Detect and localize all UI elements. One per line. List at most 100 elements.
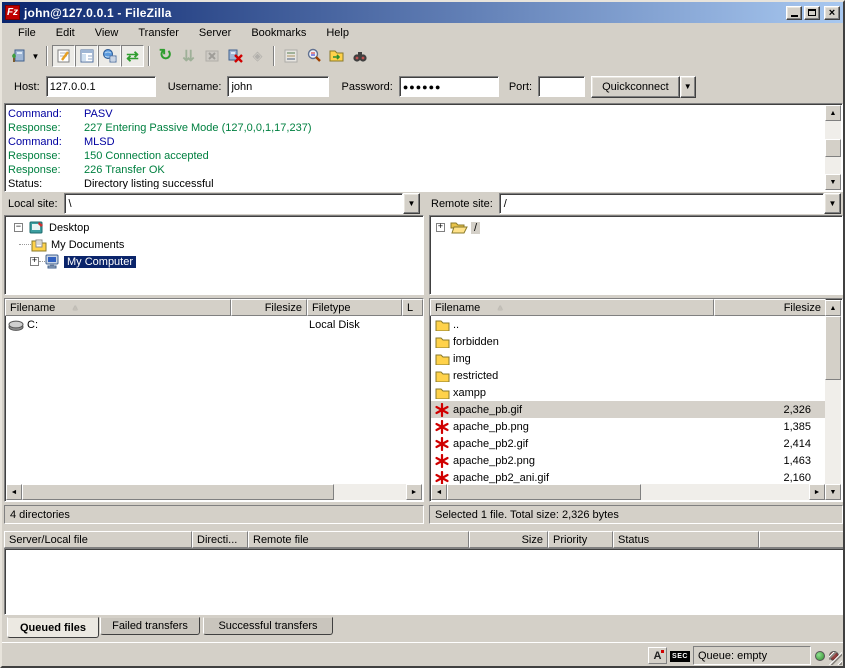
synchronized-browsing-button[interactable] bbox=[325, 45, 348, 67]
column-header-filename[interactable]: Filename▲ bbox=[5, 299, 231, 316]
menu-edit[interactable]: Edit bbox=[46, 25, 85, 41]
expand-icon[interactable]: + bbox=[436, 223, 445, 232]
column-header-remote-file[interactable]: Remote file bbox=[248, 531, 469, 548]
menu-file[interactable]: File bbox=[8, 25, 46, 41]
disconnect-button[interactable] bbox=[223, 45, 246, 67]
file-size: 2,160 bbox=[783, 472, 811, 484]
scrollbar-thumb[interactable] bbox=[825, 316, 841, 380]
site-manager-button[interactable] bbox=[6, 45, 29, 67]
password-input[interactable] bbox=[399, 76, 499, 97]
tab-successful-transfers[interactable]: Successful transfers bbox=[203, 617, 333, 635]
local-site-combo[interactable]: \ ▼ bbox=[64, 193, 420, 214]
scrollbar-thumb[interactable] bbox=[22, 484, 334, 500]
remote-file-row[interactable]: apache_pb.png 1,385 bbox=[431, 418, 825, 435]
recv-activity-led bbox=[815, 651, 825, 661]
column-header-priority[interactable]: Priority bbox=[548, 531, 613, 548]
host-input[interactable] bbox=[46, 76, 156, 97]
column-header-filetype[interactable]: Filetype bbox=[307, 299, 402, 316]
column-header-filesize[interactable]: Filesize bbox=[231, 299, 307, 316]
remote-status-text: Selected 1 file. Total size: 2,326 bytes bbox=[435, 509, 619, 521]
scroll-down-icon[interactable]: ▼ bbox=[825, 174, 841, 190]
pane-splitter[interactable] bbox=[424, 193, 429, 523]
queue-status-panel: Queue: empty bbox=[693, 646, 811, 665]
remote-h-scrollbar[interactable]: ◄ ► bbox=[431, 484, 825, 500]
remote-tree: + / bbox=[429, 215, 843, 295]
refresh-button[interactable]: ↻ bbox=[154, 45, 177, 67]
chevron-down-icon: ▼ bbox=[408, 199, 416, 208]
chevron-down-icon: ▼ bbox=[684, 82, 692, 91]
local-h-scrollbar[interactable]: ◄ ► bbox=[6, 484, 422, 500]
process-queue-button[interactable]: ⇊ bbox=[177, 45, 200, 67]
close-button[interactable]: × bbox=[824, 6, 840, 20]
tab-failed-transfers[interactable]: Failed transfers bbox=[100, 617, 200, 635]
local-status-text: 4 directories bbox=[10, 509, 70, 521]
queue-tabs: Queued files Failed transfers Successful… bbox=[4, 617, 845, 640]
menu-help[interactable]: Help bbox=[316, 25, 359, 41]
toggle-message-log-button[interactable] bbox=[52, 45, 75, 67]
scroll-down-icon[interactable]: ▼ bbox=[825, 484, 841, 500]
scroll-up-icon[interactable]: ▲ bbox=[825, 105, 841, 121]
scroll-right-icon[interactable]: ► bbox=[406, 484, 422, 500]
menu-bookmarks[interactable]: Bookmarks bbox=[241, 25, 316, 41]
column-header-filesize[interactable]: Filesize bbox=[714, 299, 826, 316]
scroll-left-icon[interactable]: ◄ bbox=[431, 484, 447, 500]
local-file-row[interactable]: C: Local Disk bbox=[5, 316, 423, 333]
remote-file-row[interactable]: apache_pb2.gif 2,414 bbox=[431, 435, 825, 452]
port-input[interactable] bbox=[538, 76, 585, 97]
quickconnect-button[interactable]: Quickconnect bbox=[591, 76, 680, 98]
remote-site-dropdown-button[interactable]: ▼ bbox=[824, 193, 841, 214]
site-manager-dropdown-button[interactable]: ▼ bbox=[29, 45, 42, 67]
toggle-local-tree-button[interactable] bbox=[75, 45, 98, 67]
resize-grip[interactable] bbox=[829, 652, 842, 665]
remote-file-row[interactable]: apache_pb2.png 1,463 bbox=[431, 452, 825, 469]
remote-file-row-selected[interactable]: apache_pb.gif 2,326 bbox=[431, 401, 825, 418]
file-name: C: bbox=[27, 319, 38, 331]
remote-file-row[interactable]: .. bbox=[431, 316, 825, 333]
port-label: Port: bbox=[509, 81, 532, 93]
remote-file-row[interactable]: apache_pb2_ani.gif 2,160 bbox=[431, 469, 825, 484]
reconnect-button[interactable]: ◈ bbox=[246, 45, 269, 67]
scrollbar-thumb[interactable] bbox=[825, 139, 841, 157]
remote-site-combo[interactable]: / ▼ bbox=[499, 193, 841, 214]
remote-file-row[interactable]: img bbox=[431, 350, 825, 367]
scroll-right-icon[interactable]: ► bbox=[809, 484, 825, 500]
tab-queued-files[interactable]: Queued files bbox=[7, 617, 99, 638]
column-header-server-local-file[interactable]: Server/Local file bbox=[4, 531, 192, 548]
directory-listing-filters-button[interactable] bbox=[279, 45, 302, 67]
column-header-size[interactable]: Size bbox=[469, 531, 548, 548]
remote-v-scrollbar[interactable]: ▲ ▼ bbox=[825, 300, 841, 500]
file-size: 1,463 bbox=[783, 455, 811, 467]
scrollbar-thumb[interactable] bbox=[447, 484, 641, 500]
tree-item-desktop[interactable]: − Desktop bbox=[5, 219, 423, 236]
log-scrollbar[interactable]: ▲ ▼ bbox=[825, 105, 841, 190]
column-header-direction[interactable]: Directi... bbox=[192, 531, 248, 548]
menu-transfer[interactable]: Transfer bbox=[128, 25, 189, 41]
column-header-status[interactable]: Status bbox=[613, 531, 759, 548]
tree-item-root[interactable]: + / bbox=[430, 219, 842, 236]
scroll-left-icon[interactable]: ◄ bbox=[6, 484, 22, 500]
tree-item-my-documents[interactable]: My Documents bbox=[5, 236, 423, 253]
toggle-remote-tree-button[interactable] bbox=[98, 45, 121, 67]
username-input[interactable] bbox=[227, 76, 329, 97]
minimize-button[interactable] bbox=[786, 6, 802, 20]
directory-comparison-button[interactable] bbox=[302, 45, 325, 67]
menu-server[interactable]: Server bbox=[189, 25, 241, 41]
menu-view[interactable]: View bbox=[85, 25, 129, 41]
remote-file-row[interactable]: xampp bbox=[431, 384, 825, 401]
remote-file-row[interactable]: restricted bbox=[431, 367, 825, 384]
column-header-last-modified[interactable]: L bbox=[402, 299, 423, 316]
my-documents-icon bbox=[31, 238, 47, 252]
remote-file-row[interactable]: forbidden bbox=[431, 333, 825, 350]
toggle-transfer-queue-button[interactable]: ⇄ bbox=[121, 45, 144, 67]
maximize-button[interactable] bbox=[804, 6, 820, 20]
cancel-operation-button[interactable] bbox=[200, 45, 223, 67]
find-files-button[interactable] bbox=[348, 45, 371, 67]
local-site-dropdown-button[interactable]: ▼ bbox=[403, 193, 420, 214]
title-bar: Fz john@127.0.0.1 - FileZilla × bbox=[2, 2, 843, 23]
scroll-up-icon[interactable]: ▲ bbox=[825, 300, 841, 316]
collapse-icon[interactable]: − bbox=[14, 223, 23, 232]
expand-icon[interactable]: + bbox=[30, 257, 39, 266]
column-header-filename[interactable]: Filename▲ bbox=[430, 299, 714, 316]
quickconnect-dropdown-button[interactable]: ▼ bbox=[680, 76, 696, 98]
tree-item-my-computer[interactable]: + My Computer bbox=[5, 253, 423, 270]
